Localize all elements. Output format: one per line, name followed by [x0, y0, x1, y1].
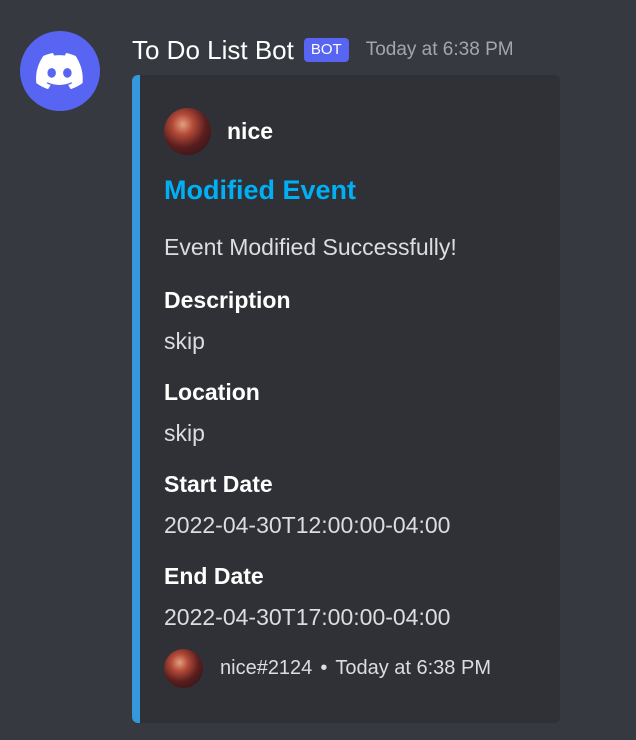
field-name-location: Location [164, 379, 260, 405]
message-timestamp[interactable]: Today at 6:38 PM [366, 39, 514, 61]
field-value-end-date: 2022-04-30T17:00:00-04:00 [164, 604, 451, 630]
event-embed: nice Modified Event Event Modified Succe… [132, 75, 560, 723]
embed-accent-bar [132, 75, 140, 723]
bot-username[interactable]: To Do List Bot [132, 35, 294, 66]
field-value-description: skip [164, 328, 205, 354]
discord-logo-icon [36, 53, 83, 89]
field-name-start-date: Start Date [164, 471, 273, 497]
bot-badge: BOT [303, 38, 349, 62]
field-name-description: Description [164, 287, 291, 313]
footer-avatar [164, 649, 203, 688]
footer-timestamp: Today at 6:38 PM [335, 657, 491, 679]
field-value-start-date: 2022-04-30T12:00:00-04:00 [164, 512, 451, 538]
field-value-location: skip [164, 420, 205, 446]
embed-title[interactable]: Modified Event [164, 175, 356, 206]
embed-footer: nice#2124 • Today at 6:38 PM [164, 649, 491, 688]
footer-separator: • [320, 657, 328, 679]
footer-text: nice#2124 [220, 657, 313, 679]
bot-avatar[interactable] [20, 31, 100, 111]
embed-author: nice [164, 108, 273, 155]
embed-author-name: nice [227, 118, 274, 144]
author-avatar [164, 108, 211, 155]
field-name-end-date: End Date [164, 563, 264, 589]
embed-description: Event Modified Successfully! [164, 234, 457, 260]
message-header: To Do List Bot BOT Today at 6:38 PM [132, 33, 514, 67]
